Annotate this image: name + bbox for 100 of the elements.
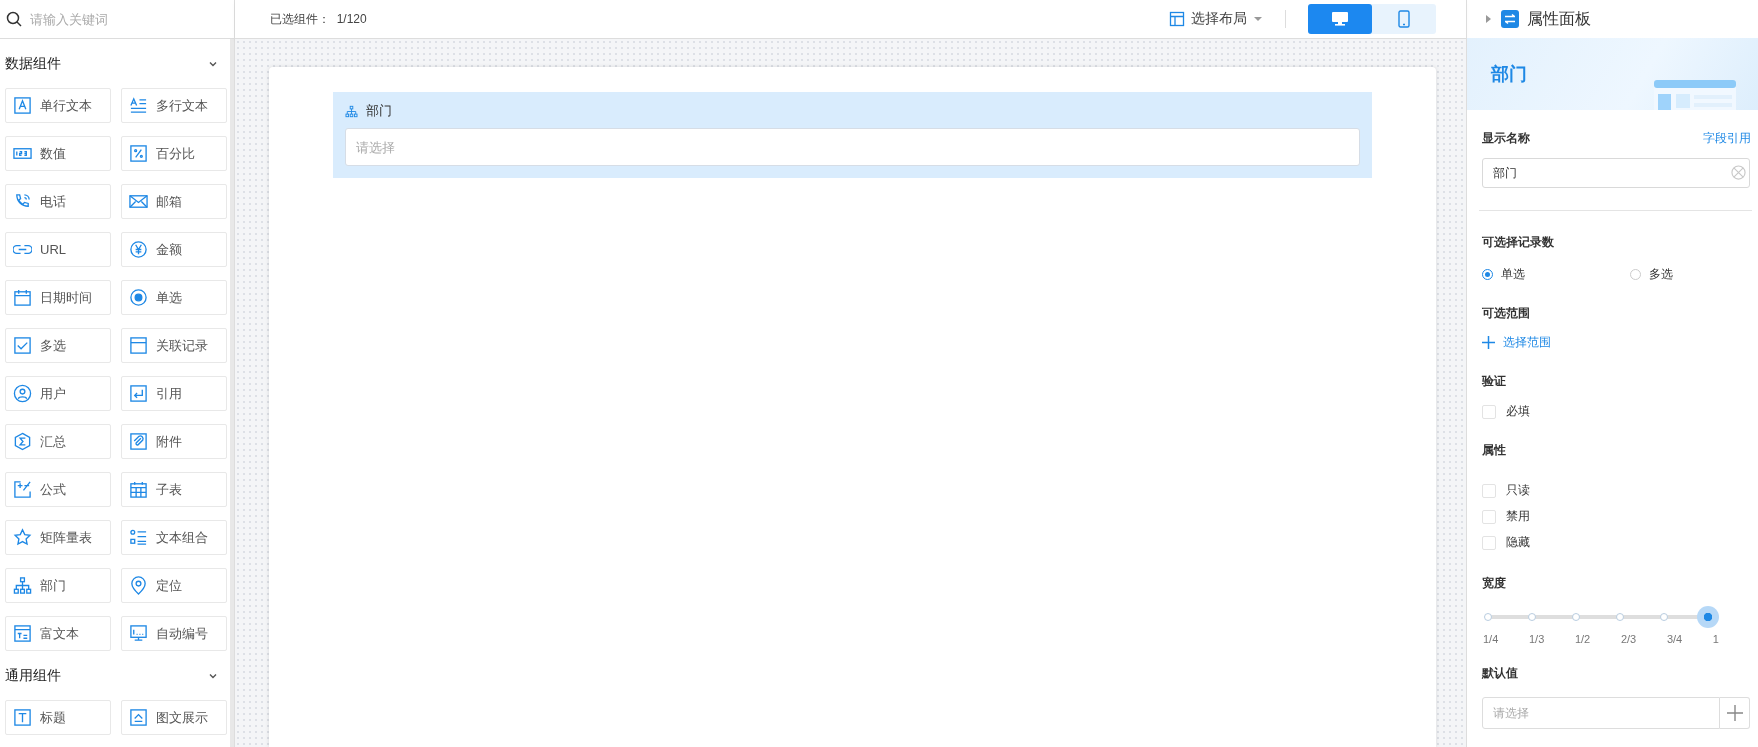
envelope-icon — [129, 192, 148, 211]
component-item[interactable]: 文本组合 — [121, 520, 227, 555]
option-label: 隐藏 — [1506, 534, 1530, 551]
component-item[interactable]: 引用 — [121, 376, 227, 411]
component-item[interactable]: 定位 — [121, 568, 227, 603]
stop-label: 2/3 — [1620, 633, 1637, 645]
stop-label: 1/3 — [1528, 633, 1545, 645]
option-label: 必填 — [1506, 403, 1530, 420]
component-item[interactable]: 电话 — [5, 184, 111, 219]
calendar-icon — [13, 288, 32, 307]
radio-icon — [129, 288, 148, 307]
component-item[interactable]: 百分比 — [121, 136, 227, 171]
section-label: 显示名称 — [1482, 130, 1530, 147]
component-item[interactable]: URL — [5, 232, 111, 267]
section-label: 默认值 — [1482, 665, 1518, 682]
checkbox[interactable] — [1482, 404, 1496, 419]
selected-field-block[interactable]: 部门 请选择 — [333, 92, 1372, 178]
sliders-icon — [1501, 10, 1519, 28]
default-value-field[interactable]: 请选择 — [1482, 697, 1720, 729]
field-label: 部门 — [366, 102, 392, 120]
section-label: 属性 — [1482, 442, 1506, 459]
option-label: 单选 — [1501, 266, 1525, 283]
org-chart-icon — [13, 576, 32, 595]
image-text-icon — [129, 708, 148, 727]
select-range-button[interactable]: 选择范围 — [1482, 334, 1551, 351]
monitor-icon — [1331, 11, 1349, 27]
option-label: 多选 — [1649, 266, 1673, 283]
component-item[interactable]: 标题 — [5, 700, 111, 735]
rich-text-icon — [13, 624, 32, 643]
option-label: 禁用 — [1506, 508, 1530, 525]
component-item[interactable]: 部门 — [5, 568, 111, 603]
component-item[interactable]: 日期时间 — [5, 280, 111, 315]
section-label: 宽度 — [1482, 575, 1506, 592]
checkbox[interactable] — [1482, 509, 1496, 524]
component-item[interactable]: 单行文本 — [5, 88, 111, 123]
clear-icon[interactable] — [1731, 165, 1746, 180]
component-item[interactable]: 汇总 — [5, 424, 111, 459]
paperclip-icon — [129, 432, 148, 451]
select-field[interactable]: 请选择 — [345, 128, 1360, 166]
component-item[interactable]: 多行文本 — [121, 88, 227, 123]
tablet-icon — [1398, 10, 1410, 28]
component-item[interactable]: 关联记录 — [121, 328, 227, 363]
section-label: 验证 — [1482, 373, 1506, 390]
slider-stop[interactable] — [1572, 613, 1580, 621]
group-title: 数据组件 — [5, 55, 61, 73]
slider-stop[interactable] — [1616, 613, 1624, 621]
component-item[interactable]: 金额 — [121, 232, 227, 267]
stop-label: 1 — [1712, 633, 1719, 645]
panel-title: 属性面板 — [1527, 8, 1591, 29]
yen-icon — [129, 240, 148, 259]
layout-dropdown[interactable]: 选择布局 — [1169, 10, 1263, 28]
component-item[interactable]: 数值 — [5, 136, 111, 171]
component-item[interactable]: 用户 — [5, 376, 111, 411]
caret-icon — [1253, 14, 1263, 24]
return-icon — [129, 384, 148, 403]
formula-icon — [13, 480, 32, 499]
checkbox[interactable] — [1482, 483, 1496, 498]
field-reference-link[interactable]: 字段引用 — [1703, 130, 1751, 147]
checkbox[interactable] — [1482, 535, 1496, 550]
section-label: 可选范围 — [1482, 305, 1530, 322]
plus-icon — [1482, 336, 1495, 349]
component-item[interactable]: 公式 — [5, 472, 111, 507]
display-name-field[interactable]: 部门 — [1482, 158, 1750, 188]
letter-a-icon — [13, 96, 32, 115]
percent-icon — [129, 144, 148, 163]
section-label: 可选择记录数 — [1482, 234, 1554, 251]
group-title: 通用组件 — [5, 667, 61, 685]
component-item[interactable]: 附件 — [121, 424, 227, 459]
star-icon — [13, 528, 32, 547]
slider-stop[interactable] — [1528, 613, 1536, 621]
component-item[interactable]: 自动编号 — [121, 616, 227, 651]
option-label: 只读 — [1506, 482, 1530, 499]
expand-arrow-icon[interactable] — [1485, 14, 1493, 24]
component-item[interactable]: 多选 — [5, 328, 111, 363]
slider-stop[interactable] — [1660, 613, 1668, 621]
list-icon — [129, 528, 148, 547]
slider-thumb[interactable] — [1697, 606, 1719, 628]
search-icon — [6, 11, 22, 27]
slider-stop[interactable] — [1484, 613, 1492, 621]
selected-count: 已选组件： 1/120 — [270, 10, 367, 28]
component-item[interactable]: 邮箱 — [121, 184, 227, 219]
table-icon — [129, 480, 148, 499]
component-item[interactable]: 图文展示 — [121, 700, 227, 735]
component-item[interactable]: 富文本 — [5, 616, 111, 651]
component-title: 部门 — [1491, 63, 1527, 86]
user-icon — [13, 384, 32, 403]
desktop-view-button[interactable] — [1308, 4, 1372, 34]
text-lines-icon — [129, 96, 148, 115]
letter-t-icon — [13, 708, 32, 727]
add-button[interactable] — [1720, 697, 1750, 729]
plus-icon — [1726, 705, 1743, 721]
sigma-icon — [13, 432, 32, 451]
stop-label: 3/4 — [1666, 633, 1683, 645]
component-item[interactable]: 子表 — [121, 472, 227, 507]
component-item[interactable]: 矩阵量表 — [5, 520, 111, 555]
stop-label: 1/2 — [1574, 633, 1591, 645]
search-field[interactable]: 请输入关键词 — [28, 3, 228, 35]
component-item[interactable]: 单选 — [121, 280, 227, 315]
location-pin-icon — [129, 576, 148, 595]
layout-icon — [1169, 11, 1185, 27]
